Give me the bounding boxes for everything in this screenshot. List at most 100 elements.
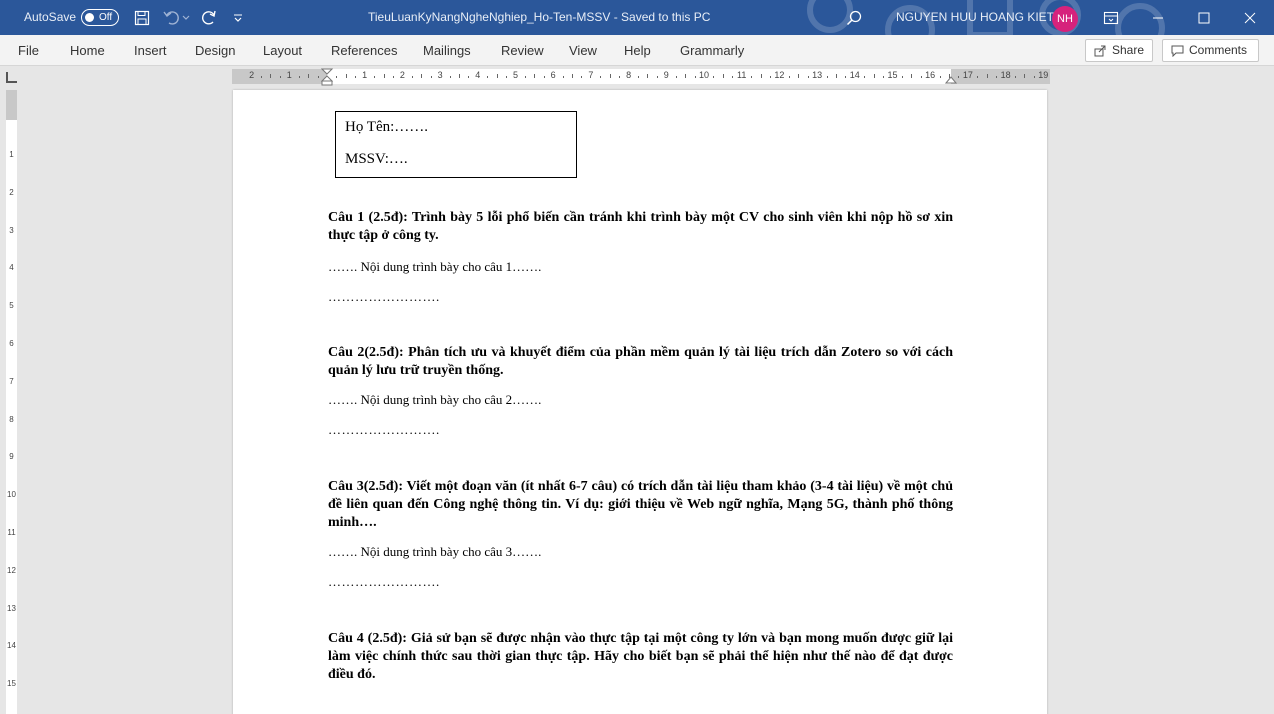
customize-qat-icon[interactable] [228, 8, 248, 28]
mssv-line: MSSV:…. [345, 151, 408, 167]
answer-2-dots: ……………………. [328, 422, 440, 437]
tab-review[interactable]: Review [501, 35, 544, 66]
user-name[interactable]: NGUYEN HUU HOANG KIET [896, 0, 1054, 35]
document-title: TieuLuanKyNangNgheNghiep_Ho-Ten-MSSV - S… [368, 10, 711, 24]
ruler-tick [609, 74, 611, 78]
ruler-tick [458, 74, 460, 78]
avatar[interactable]: NH [1052, 6, 1078, 32]
document-page[interactable]: Họ Tên:……. MSSV:…. Câu 1 (2.5đ): Trình b… [233, 90, 1047, 714]
ruler-tick [835, 74, 837, 78]
ruler-tick [949, 74, 951, 78]
autosave-state: Off [99, 12, 113, 23]
ruler-label: 18 [1000, 70, 1011, 80]
right-indent-marker[interactable] [945, 74, 957, 84]
horizontal-ruler[interactable]: 2 1 1 2 3 4 5 6 7 8 9 10 11 12 13 14 15 16 17 18 19 [232, 68, 1050, 86]
ruler-tick [1015, 76, 1017, 78]
ruler-label: 2 [249, 70, 255, 80]
ruler-label: 7 [588, 70, 594, 80]
ruler-tick [751, 76, 753, 78]
tab-help[interactable]: Help [624, 35, 651, 66]
ruler-tick [534, 74, 536, 78]
title-bar: AutoSave Off TieuLuanKyNangNgheNghiep_Ho… [0, 0, 1274, 35]
minimize-icon[interactable] [1148, 8, 1168, 28]
tab-references[interactable]: References [331, 35, 397, 66]
ruler-tick [345, 74, 347, 78]
save-icon[interactable] [132, 8, 152, 28]
ruler-tick [986, 74, 988, 78]
ruler-label: 8 [9, 414, 14, 424]
tab-view[interactable]: View [569, 35, 597, 66]
ruler-tick [685, 74, 687, 78]
ruler-label: 15 [7, 679, 16, 689]
tab-selector[interactable] [6, 72, 17, 83]
redo-icon[interactable] [199, 8, 219, 28]
tab-design[interactable]: Design [195, 35, 235, 66]
tab-grammarly[interactable]: Grammarly [680, 35, 744, 66]
answer-1-dots: ……………………. [328, 289, 440, 304]
ruler-tick [421, 74, 423, 78]
ruler-tick [694, 76, 696, 78]
indent-marker[interactable] [321, 68, 333, 86]
tab-mailings[interactable]: Mailings [423, 35, 471, 66]
ruler-tick [977, 76, 979, 78]
undo-dropdown-icon[interactable] [180, 8, 192, 28]
search-icon[interactable] [844, 8, 864, 28]
ruler-tick [506, 76, 508, 78]
ruler-tick [911, 74, 913, 78]
name-line: Họ Tên:……. [345, 119, 429, 135]
ruler-label: 2 [399, 70, 405, 80]
comments-button[interactable]: Comments [1162, 39, 1259, 62]
ruler-label: 13 [7, 603, 16, 613]
ruler-label: 2 [9, 187, 14, 197]
ruler-tick [261, 76, 263, 78]
tab-layout[interactable]: Layout [263, 35, 302, 66]
question-4: Câu 4 (2.5đ): Giả sử bạn sẽ được nhận và… [328, 631, 953, 682]
ruler-tick [760, 74, 762, 78]
ruler-tick [864, 76, 866, 78]
share-button[interactable]: Share [1085, 39, 1153, 62]
maximize-icon[interactable] [1194, 8, 1214, 28]
ribbon-display-icon[interactable] [1101, 8, 1121, 28]
question-2: Câu 2(2.5đ): Phân tích ưu và khuyết điểm… [328, 345, 953, 378]
ruler-label: 3 [9, 225, 14, 235]
ruler-tick [619, 76, 621, 78]
tab-file[interactable]: File [18, 35, 39, 66]
toggle-knob [85, 13, 94, 22]
ribbon-tabs: File Home Insert Design Layout Reference… [0, 35, 1274, 66]
ruler-label: 7 [9, 376, 14, 386]
close-icon[interactable] [1240, 8, 1260, 28]
ruler-label: 17 [962, 70, 973, 80]
ruler-label: 1 [286, 70, 292, 80]
ruler-tick [317, 76, 319, 78]
ruler-label: 3 [437, 70, 443, 80]
ruler-tick [675, 76, 677, 78]
tab-home[interactable]: Home [70, 35, 105, 66]
ruler-tick [647, 74, 649, 78]
answer-2: ……. Nội dung trình bày cho câu 2……. [328, 392, 542, 407]
ruler-tick [1033, 76, 1035, 78]
ruler-tick [572, 74, 574, 78]
ruler-tick [883, 76, 885, 78]
share-label: Share [1111, 43, 1144, 57]
ruler-tick [769, 76, 771, 78]
comments-label: Comments [1189, 43, 1248, 57]
undo-icon[interactable] [162, 8, 182, 28]
ruler-tick [487, 76, 489, 78]
autosave-toggle[interactable]: Off [81, 9, 119, 26]
ruler-tick [298, 76, 300, 78]
autosave-label: AutoSave [24, 10, 77, 24]
ruler-label: 9 [663, 70, 669, 80]
ruler-tick [524, 76, 526, 78]
ruler-tick [496, 74, 498, 78]
question-3: Câu 3(2.5đ): Viết một đoạn văn (ít nhất … [328, 479, 953, 530]
ruler-label: 16 [925, 70, 936, 80]
ruler-label: 10 [698, 70, 709, 80]
ruler-tick [807, 76, 809, 78]
share-icon [1094, 45, 1106, 56]
ruler-label: 12 [774, 70, 785, 80]
ruler-label: 8 [626, 70, 632, 80]
vertical-ruler[interactable]: 1 2 3 4 5 6 7 8 9 10 11 12 13 14 15 [6, 90, 17, 714]
ruler-tick [656, 76, 658, 78]
tab-insert[interactable]: Insert [134, 35, 167, 66]
ruler-tick [958, 76, 960, 78]
